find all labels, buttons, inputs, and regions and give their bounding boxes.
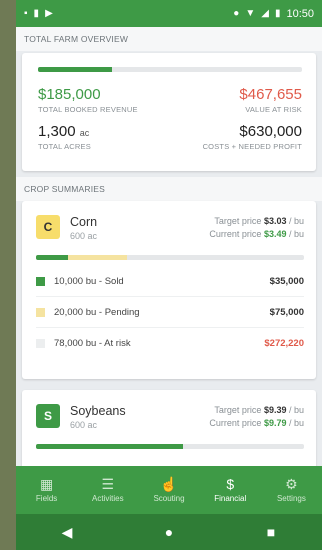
bottom-navigation: ▦ Fields ☰ Activities ☝ Scouting $ Finan… xyxy=(16,466,322,514)
scouting-icon: ☝ xyxy=(160,476,178,492)
battery-icon: ▮ xyxy=(274,7,281,19)
costs-label: COSTS + NEEDED PROFIT xyxy=(202,142,302,151)
costs-value: $630,000 xyxy=(239,123,302,140)
fields-icon: ▦ xyxy=(39,476,54,492)
overview-progress-bar xyxy=(38,67,302,72)
home-icon[interactable]: ● xyxy=(154,524,184,540)
value-at-risk-label: VALUE AT RISK xyxy=(245,105,302,114)
signal-icon: ◢ xyxy=(261,7,269,19)
farm-overview-card[interactable]: $185,000 TOTAL BOOKED REVENUE $467,655 V… xyxy=(22,53,316,171)
corn-progress-bar xyxy=(36,255,304,260)
soybeans-badge: S xyxy=(36,404,60,428)
nav-settings[interactable]: ⚙ Settings xyxy=(261,466,322,514)
wifi-icon: ▼ xyxy=(245,7,256,19)
soybeans-progress-bar xyxy=(36,444,304,449)
list-item: 78,000 bu - At risk $272,220 xyxy=(36,327,304,358)
crop-acres-soybeans: 600 ac xyxy=(70,420,98,430)
nav-scouting[interactable]: ☝ Scouting xyxy=(138,466,199,514)
back-icon[interactable]: ◀ xyxy=(52,524,82,541)
list-item: 20,000 bu - Pending $75,000 xyxy=(36,296,304,327)
section-title-crops: CROP SUMMARIES xyxy=(16,177,322,201)
corn-breakdown-list: 10,000 bu - Sold $35,000 20,000 bu - Pen… xyxy=(36,266,304,358)
soybeans-prices: Target price $9.39 / bu Current price $9… xyxy=(209,404,304,430)
sold-legend-square xyxy=(36,276,45,286)
total-revenue-value: $185,000 xyxy=(38,86,101,103)
nav-activities[interactable]: ☰ Activities xyxy=(77,466,138,514)
list-item: 10,000 bu - Sold $35,000 xyxy=(36,266,304,296)
crop-acres-corn: 600 ac xyxy=(70,231,98,241)
corn-pending-fill xyxy=(68,255,128,260)
phone-screen: ▪ ▮ ▶ ● ▼ ◢ ▮ 10:50 TOTAL FARM OVERVIEW … xyxy=(16,0,322,550)
acres-unit: ac xyxy=(79,128,90,138)
risk-legend-square xyxy=(36,338,45,348)
sim-icon: ▮ xyxy=(33,7,40,19)
value-at-risk-value: $467,655 xyxy=(239,86,302,103)
total-acres-value: 1,300 ac xyxy=(38,123,91,140)
total-acres-label: TOTAL ACRES xyxy=(38,142,91,151)
financial-icon: $ xyxy=(226,476,235,492)
pending-legend-square xyxy=(36,307,45,317)
location-icon: ● xyxy=(233,7,240,19)
activities-icon: ☰ xyxy=(101,476,115,492)
soybeans-target-price: Target price $9.39 / bu xyxy=(214,405,304,415)
section-title-overview: TOTAL FARM OVERVIEW xyxy=(16,27,322,51)
soybeans-current-price: Current price $9.79 / bu xyxy=(209,418,304,428)
corn-current-price: Current price $3.49 / bu xyxy=(209,229,304,239)
nav-fields[interactable]: ▦ Fields xyxy=(16,466,77,514)
carrier-icon: ▪ xyxy=(24,7,28,19)
corn-sold-fill xyxy=(36,255,69,260)
nav-financial[interactable]: $ Financial xyxy=(200,466,261,514)
corn-prices: Target price $3.03 / bu Current price $3… xyxy=(209,215,304,241)
corn-target-price: Target price $3.03 / bu xyxy=(214,216,304,226)
crop-card-corn[interactable]: C Corn 600 ac Target price $3.03 / bu Cu… xyxy=(22,201,316,379)
play-icon: ▶ xyxy=(45,7,53,19)
overview-progress-fill xyxy=(38,67,112,72)
corn-badge: C xyxy=(36,215,60,239)
soybeans-sold-fill xyxy=(36,444,184,449)
settings-icon: ⚙ xyxy=(285,476,298,492)
acres-number: 1,300 xyxy=(38,123,76,140)
crop-name-soybeans: Soybeans xyxy=(70,404,126,418)
status-bar: ▪ ▮ ▶ ● ▼ ◢ ▮ 10:50 xyxy=(16,0,322,27)
clock: 10:50 xyxy=(286,7,314,20)
system-navigation-bar: ◀ ● ■ xyxy=(16,514,322,550)
total-revenue-label: TOTAL BOOKED REVENUE xyxy=(38,105,138,114)
crop-name-corn: Corn xyxy=(70,215,98,229)
recents-icon[interactable]: ■ xyxy=(256,524,286,540)
